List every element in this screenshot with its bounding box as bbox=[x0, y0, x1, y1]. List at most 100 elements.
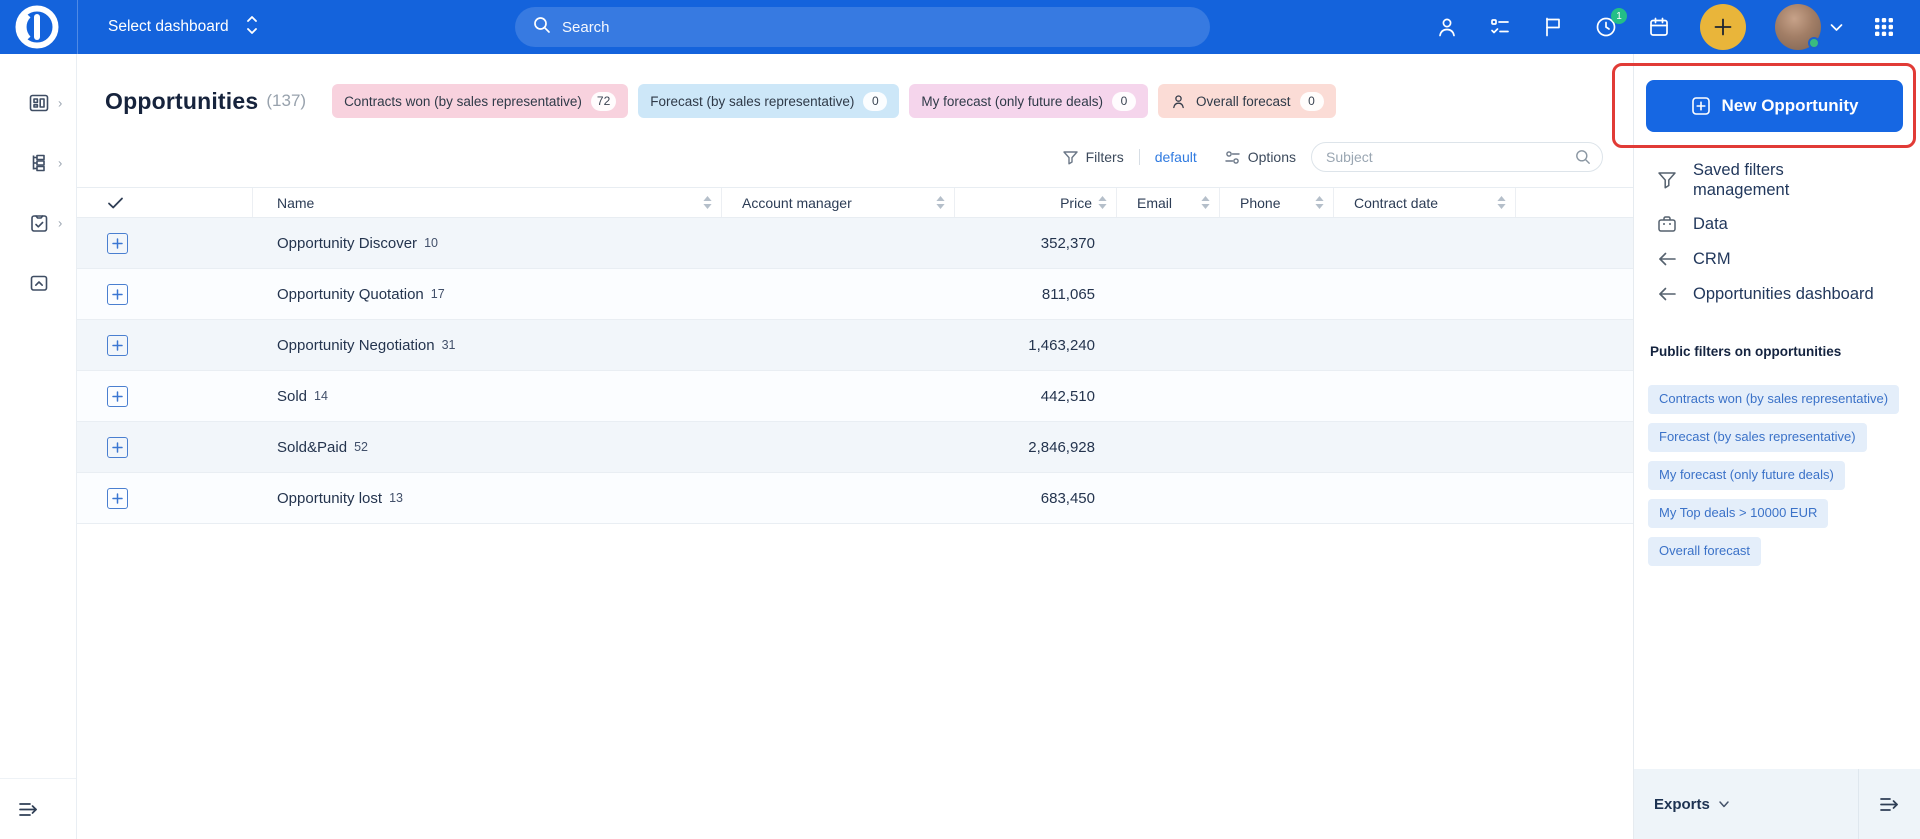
cell-contract-date bbox=[1334, 473, 1516, 523]
expand-row-button[interactable] bbox=[107, 386, 128, 407]
sidebar-item-tasks[interactable]: › bbox=[0, 193, 77, 253]
cell-email bbox=[1117, 371, 1220, 421]
flag-icon[interactable] bbox=[1541, 15, 1565, 39]
calendar-icon[interactable] bbox=[1647, 15, 1671, 39]
panel-menu-item[interactable]: Saved filters management bbox=[1648, 160, 1912, 200]
create-button[interactable] bbox=[1700, 4, 1746, 50]
sort-icon[interactable] bbox=[1201, 196, 1210, 209]
panel-collapse-button[interactable] bbox=[1858, 769, 1920, 839]
user-icon[interactable] bbox=[1435, 15, 1459, 39]
sidebar-item-archive[interactable] bbox=[0, 253, 77, 313]
column-header-empty bbox=[1516, 188, 1633, 217]
select-all-header[interactable] bbox=[77, 188, 253, 217]
plus-icon bbox=[112, 442, 123, 453]
chevron-right-icon: › bbox=[58, 216, 62, 231]
cell-account-manager bbox=[722, 269, 955, 319]
sort-icon[interactable] bbox=[1098, 196, 1107, 209]
chevron-down-icon bbox=[1718, 798, 1730, 810]
new-opportunity-button[interactable]: New Opportunity bbox=[1646, 80, 1903, 132]
search-input[interactable] bbox=[562, 19, 1122, 36]
sidebar-collapse-button[interactable] bbox=[0, 778, 76, 839]
summary-filter-chip[interactable]: My forecast (only future deals) 0 bbox=[909, 84, 1148, 118]
cell-contract-date bbox=[1334, 371, 1516, 421]
expand-row-button[interactable] bbox=[107, 488, 128, 509]
column-header-label: Name bbox=[277, 195, 314, 211]
column-header[interactable]: Contract date bbox=[1334, 188, 1516, 217]
panel-menu-item-label: CRM bbox=[1693, 249, 1731, 269]
expand-row-button[interactable] bbox=[107, 233, 128, 254]
global-search[interactable] bbox=[515, 7, 1210, 47]
sidebar-item-dashboards[interactable]: › bbox=[0, 73, 77, 133]
column-header[interactable]: Phone bbox=[1220, 188, 1334, 217]
sort-carets-icon bbox=[245, 14, 259, 41]
cell-price: 352,370 bbox=[955, 218, 1117, 268]
public-filter-link[interactable]: Forecast (by sales representative) bbox=[1648, 423, 1867, 452]
sort-icon[interactable] bbox=[1315, 196, 1324, 209]
column-header-label: Phone bbox=[1240, 195, 1280, 211]
table-body: Opportunity Discover 10 352,370 Opportun… bbox=[77, 218, 1633, 524]
apps-grid-icon[interactable] bbox=[1872, 15, 1896, 39]
cell-price: 2,846,928 bbox=[955, 422, 1117, 472]
table-row[interactable]: Opportunity Quotation 17 811,065 bbox=[77, 269, 1633, 320]
column-header-label: Account manager bbox=[742, 195, 852, 211]
plus-icon bbox=[112, 238, 123, 249]
clipboard-check-icon bbox=[27, 211, 51, 235]
table-header-row: Name Account manager Price Email Phone C… bbox=[77, 187, 1633, 218]
cell-account-manager bbox=[722, 218, 955, 268]
tasks-icon[interactable] bbox=[1488, 15, 1512, 39]
panel-menu-item[interactable]: CRM bbox=[1648, 248, 1912, 270]
table-row[interactable]: Sold 14 442,510 bbox=[77, 371, 1633, 422]
row-name: Opportunity Quotation bbox=[277, 286, 424, 303]
public-filter-link[interactable]: My forecast (only future deals) bbox=[1648, 461, 1845, 490]
expand-row-button[interactable] bbox=[107, 284, 128, 305]
sort-icon[interactable] bbox=[936, 196, 945, 209]
sidebar-item-structure[interactable]: › bbox=[0, 133, 77, 193]
summary-filter-chip[interactable]: Contracts won (by sales representative) … bbox=[332, 84, 628, 118]
history-icon[interactable]: 1 bbox=[1594, 15, 1618, 39]
sliders-icon bbox=[1224, 149, 1241, 166]
chevron-down-icon bbox=[1830, 23, 1843, 32]
collapse-panel-icon bbox=[1877, 792, 1902, 817]
panel-menu-item[interactable]: Opportunities dashboard bbox=[1648, 283, 1912, 305]
app-logo-icon[interactable] bbox=[15, 5, 59, 49]
panel-menu-item[interactable]: Data bbox=[1648, 213, 1912, 235]
expand-row-button[interactable] bbox=[107, 437, 128, 458]
page-title: Opportunities bbox=[105, 88, 258, 115]
filters-default-link[interactable]: default bbox=[1155, 149, 1197, 165]
public-filter-link[interactable]: Overall forecast bbox=[1648, 537, 1761, 566]
options-button[interactable]: Options bbox=[1224, 149, 1296, 166]
column-header[interactable]: Account manager bbox=[722, 188, 955, 217]
table-row[interactable]: Opportunity lost 13 683,450 bbox=[77, 473, 1633, 524]
funnel-icon bbox=[1062, 149, 1079, 166]
profile-menu[interactable] bbox=[1775, 4, 1843, 50]
sort-icon[interactable] bbox=[703, 196, 712, 209]
filters-button[interactable]: Filters bbox=[1062, 149, 1124, 166]
search-icon[interactable] bbox=[1575, 149, 1591, 165]
cell-phone bbox=[1220, 218, 1334, 268]
row-name: Opportunity Negotiation bbox=[277, 337, 435, 354]
subject-search-input[interactable] bbox=[1311, 142, 1603, 172]
public-filter-link[interactable]: My Top deals > 10000 EUR bbox=[1648, 499, 1828, 528]
column-header[interactable]: Price bbox=[955, 188, 1117, 217]
sort-icon[interactable] bbox=[1497, 196, 1506, 209]
person-icon bbox=[1170, 93, 1187, 110]
column-header[interactable]: Email bbox=[1117, 188, 1220, 217]
table-row[interactable]: Opportunity Discover 10 352,370 bbox=[77, 218, 1633, 269]
row-name: Opportunity lost bbox=[277, 490, 382, 507]
summary-filter-chip[interactable]: Forecast (by sales representative) 0 bbox=[638, 84, 899, 118]
avatar[interactable] bbox=[1775, 4, 1821, 50]
summary-filter-chip[interactable]: Overall forecast 0 bbox=[1158, 84, 1336, 118]
table-row[interactable]: Opportunity Negotiation 31 1,463,240 bbox=[77, 320, 1633, 371]
arrow-left-icon bbox=[1656, 248, 1678, 270]
right-panel: New Opportunity Saved filters management… bbox=[1633, 54, 1920, 839]
exports-button[interactable]: Exports bbox=[1634, 769, 1858, 839]
cell-account-manager bbox=[722, 422, 955, 472]
chip-label: Forecast (by sales representative) bbox=[650, 94, 854, 109]
column-header[interactable]: Name bbox=[253, 188, 722, 217]
table-row[interactable]: Sold&Paid 52 2,846,928 bbox=[77, 422, 1633, 473]
expand-row-button[interactable] bbox=[107, 335, 128, 356]
cell-extra bbox=[1516, 473, 1633, 523]
public-filter-link[interactable]: Contracts won (by sales representative) bbox=[1648, 385, 1899, 414]
box-chevron-up-icon bbox=[27, 271, 51, 295]
dashboard-selector[interactable]: Select dashboard bbox=[108, 0, 259, 54]
